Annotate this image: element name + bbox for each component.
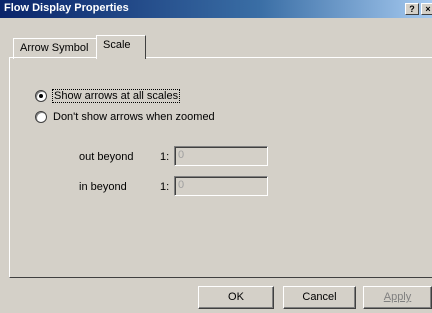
out-beyond-prefix: 1: <box>160 151 170 163</box>
apply-button[interactable]: Apply <box>363 286 432 309</box>
tab-label: Scale <box>103 39 131 51</box>
help-icon[interactable]: ? <box>405 3 419 15</box>
radio-button-checked[interactable] <box>35 90 47 102</box>
out-beyond-input[interactable]: 0 <box>174 146 268 166</box>
in-beyond-input[interactable]: 0 <box>174 176 268 196</box>
radio-label: Show arrows at all scales <box>51 89 181 103</box>
radio-show-all-scales[interactable]: Show arrows at all scales <box>35 89 181 103</box>
out-beyond-label: out beyond <box>79 151 134 163</box>
tab-scale[interactable]: Scale <box>96 35 146 59</box>
tab-label: Arrow Symbol <box>20 42 89 54</box>
close-icon[interactable]: × <box>421 3 432 15</box>
radio-button[interactable] <box>35 111 47 123</box>
tab-arrow-symbol[interactable]: Arrow Symbol <box>13 38 98 59</box>
cancel-button[interactable]: Cancel <box>283 286 356 309</box>
in-beyond-label: in beyond <box>79 181 127 193</box>
radio-hide-when-zoomed[interactable]: Don't show arrows when zoomed <box>35 110 215 124</box>
radio-label: Don't show arrows when zoomed <box>53 111 215 123</box>
in-beyond-prefix: 1: <box>160 181 170 193</box>
ok-button[interactable]: OK <box>198 286 274 309</box>
title-bar: Flow Display Properties ? × <box>0 0 432 18</box>
window-title: Flow Display Properties <box>4 2 129 14</box>
